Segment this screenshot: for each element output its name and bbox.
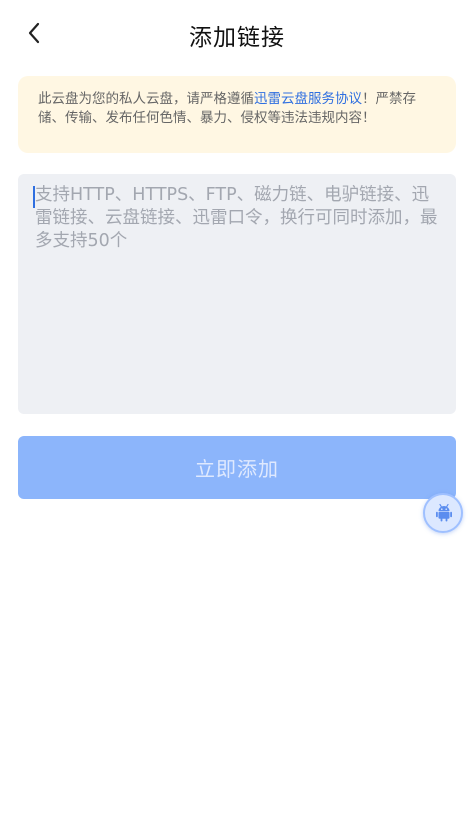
add-now-button[interactable]: 立即添加: [18, 436, 456, 499]
link-input[interactable]: [32, 184, 442, 404]
top-bar: 添加链接: [0, 0, 474, 66]
android-icon: [436, 503, 452, 522]
page-title: 添加链接: [189, 25, 285, 51]
text-caret: [33, 186, 35, 208]
service-agreement-notice: 此云盘为您的私人云盘，请严格遵循迅雷云盘服务协议！严禁存储、传输、发布任何色情、…: [18, 76, 456, 153]
floating-android-button[interactable]: [423, 493, 463, 533]
notice-text-before: 此云盘为您的私人云盘，请严格遵循: [38, 91, 254, 107]
service-agreement-link[interactable]: 迅雷云盘服务协议: [254, 91, 362, 107]
link-input-container[interactable]: [18, 174, 456, 414]
